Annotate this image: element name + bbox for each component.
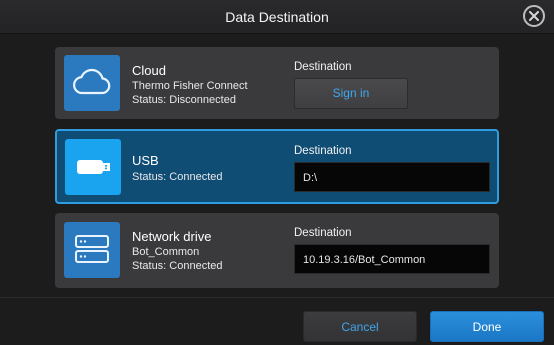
network-drive-share: Bot_Common [132,246,200,258]
destination-card-cloud[interactable]: Cloud Thermo Fisher Connect Status: Disc… [55,47,499,119]
sign-in-button[interactable]: Sign in [294,78,408,109]
network-drive-destination-field[interactable]: 10.19.3.16/Bot_Common [294,244,490,274]
cloud-provider: Thermo Fisher Connect [132,80,248,92]
cloud-icon [73,68,111,95]
network-drive-icon [75,235,109,263]
usb-status: Status: Connected [132,171,223,183]
usb-name: USB [132,153,159,168]
network-drive-icon-tile [64,222,120,278]
cloud-icon-tile [64,55,120,111]
cancel-button[interactable]: Cancel [303,311,417,342]
dialog-titlebar: Data Destination [0,0,554,34]
usb-icon [77,160,110,174]
network-drive-destination-label: Destination [294,227,352,239]
close-button[interactable] [523,5,545,27]
close-icon [529,11,539,21]
usb-icon-tile [65,139,121,195]
dialog-title: Data Destination [225,9,329,25]
destination-card-usb[interactable]: USB Status: Connected Destination D:\ [55,129,499,204]
destination-card-network-drive[interactable]: Network drive Bot_Common Status: Connect… [55,213,499,288]
cloud-status: Status: Disconnected [132,94,236,106]
cloud-name: Cloud [132,63,166,78]
cloud-destination-label: Destination [294,61,352,73]
network-drive-status: Status: Connected [132,260,223,272]
usb-destination-label: Destination [294,145,352,157]
usb-destination-field[interactable]: D:\ [294,162,490,192]
network-drive-name: Network drive [132,229,212,244]
done-button[interactable]: Done [430,311,544,342]
